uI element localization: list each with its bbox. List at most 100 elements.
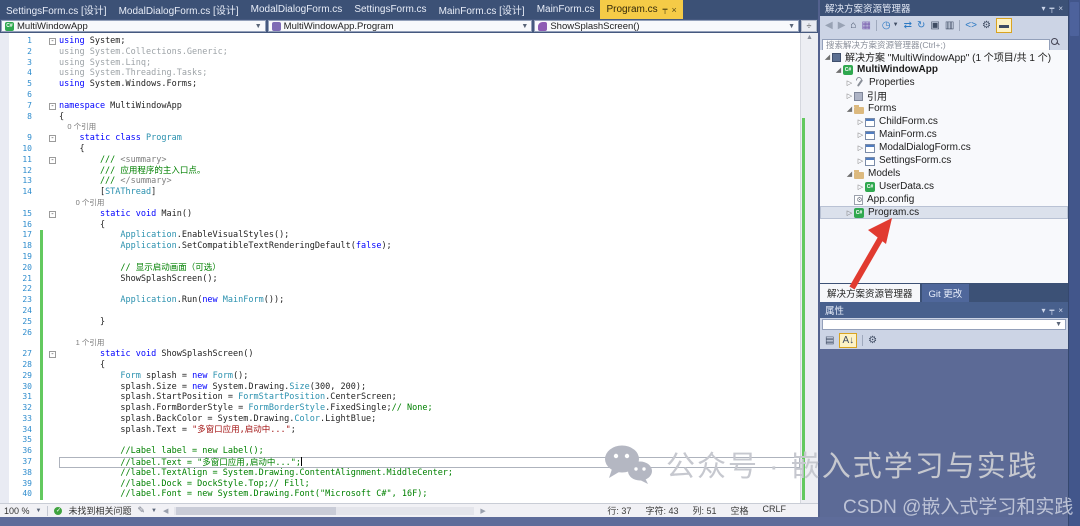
code-line[interactable]: 26	[0, 328, 800, 339]
collapse-icon[interactable]: -	[49, 157, 56, 164]
code-line[interactable]: 22	[0, 284, 800, 295]
code-line[interactable]: 2using System.Collections.Generic;	[0, 47, 800, 58]
tab-MainForm.cs[interactable]: MainForm.cs [设计]	[433, 0, 531, 19]
properties-object-dropdown[interactable]: ▼	[820, 318, 1068, 332]
horizontal-scrollbar[interactable]	[174, 507, 474, 515]
alphabetical-icon[interactable]: A↓	[839, 333, 857, 348]
code-line[interactable]: 19	[0, 252, 800, 263]
tree-item[interactable]: ▷ChildForm.cs	[820, 115, 1068, 128]
code-line[interactable]: 8{	[0, 112, 800, 123]
collapse-icon[interactable]: -	[49, 211, 56, 218]
properties-icon[interactable]: ⚙	[982, 19, 991, 32]
property-pages-icon[interactable]: ⚙	[868, 334, 877, 347]
code-line[interactable]: 27- static void ShowSplashScreen()	[0, 349, 800, 360]
code-line[interactable]: 23 Application.Run(new MainForm());	[0, 295, 800, 306]
panel-tab-git-changes[interactable]: Git 更改	[922, 284, 970, 303]
code-line[interactable]: 38 //label.TextAlign = System.Drawing.Co…	[0, 468, 800, 479]
close-icon[interactable]: ×	[1058, 306, 1063, 315]
expander-open-icon[interactable]: ◢	[845, 170, 854, 178]
code-line[interactable]: 3using System.Linq;	[0, 58, 800, 69]
code-line[interactable]: 33 splash.BackColor = System.Drawing.Col…	[0, 414, 800, 425]
code-line[interactable]: 18 Application.SetCompatibleTextRenderin…	[0, 241, 800, 252]
code-line[interactable]: 21 ShowSplashScreen();	[0, 274, 800, 285]
expander-open-icon[interactable]: ◢	[845, 105, 854, 113]
code-line[interactable]: 28 {	[0, 360, 800, 371]
back-icon[interactable]: ◀	[825, 19, 833, 32]
nest-files-icon[interactable]: ▣	[930, 19, 939, 32]
chevron-down-icon[interactable]: ▼	[36, 508, 42, 514]
code-line[interactable]: 36 //Label label = new Label();	[0, 446, 800, 457]
vertical-scrollbar[interactable]: ▲	[800, 33, 818, 503]
tree-item[interactable]: ▷Properties	[820, 76, 1068, 89]
chevron-down-icon[interactable]: ▼	[893, 22, 899, 28]
collapse-icon[interactable]: -	[49, 351, 56, 358]
close-icon[interactable]: ×	[671, 5, 676, 15]
expander-closed-icon[interactable]: ▷	[856, 183, 865, 191]
expander-closed-icon[interactable]: ▷	[856, 144, 865, 152]
home-icon[interactable]: ⌂	[850, 19, 856, 32]
tree-item[interactable]: ◢解决方案 "MultiWindowApp" (1 个项目/共 1 个)	[820, 50, 1068, 63]
tree-item[interactable]: ◢Forms	[820, 102, 1068, 115]
code-editor[interactable]: 1-using System;2using System.Collections…	[0, 33, 800, 503]
code-line[interactable]: 20 // 显示启动画面（可选）	[0, 263, 800, 274]
tree-item[interactable]: ▷SettingsForm.cs	[820, 154, 1068, 167]
expander-open-icon[interactable]: ◢	[823, 53, 832, 61]
forward-icon[interactable]: ▶	[838, 19, 846, 32]
code-line[interactable]: 9- static class Program	[0, 133, 800, 144]
code-line[interactable]: 16 {	[0, 220, 800, 231]
view-code-icon[interactable]: <>	[965, 19, 977, 32]
code-line[interactable]: 37 //label.Text = "多窗口应用,启动中...";	[0, 457, 800, 468]
show-all-files-icon[interactable]: ▥	[945, 19, 954, 32]
chevron-down-icon[interactable]: ▼	[151, 508, 157, 514]
scrollbar-thumb[interactable]	[176, 507, 336, 515]
code-line[interactable]: 12 /// 应用程序的主入口点。	[0, 166, 800, 177]
expander-closed-icon[interactable]: ▷	[856, 157, 865, 165]
tab-SettingsForm.cs[interactable]: SettingsForm.cs	[348, 0, 432, 19]
sync-selection-icon[interactable]: ⇄	[904, 19, 912, 32]
code-line[interactable]: 13 /// </summary>	[0, 176, 800, 187]
pen-icon[interactable]: ✎	[138, 505, 146, 516]
pin-icon[interactable]: ┯	[1050, 4, 1055, 13]
collapse-icon[interactable]: -	[49, 135, 56, 142]
code-line[interactable]: 25 }	[0, 317, 800, 328]
search-icon[interactable]	[1051, 38, 1058, 45]
pin-icon[interactable]: ┯	[663, 5, 668, 14]
expander-closed-icon[interactable]: ▷	[845, 92, 854, 100]
code-line[interactable]: 15- static void Main()	[0, 209, 800, 220]
code-line[interactable]: 6	[0, 90, 800, 101]
type-dropdown[interactable]: MultiWindowApp.Program ▼	[268, 20, 533, 32]
health-check-icon[interactable]: ✓	[54, 507, 62, 515]
preview-selected-icon[interactable]: ▬	[996, 18, 1012, 33]
panel-tab-solution-explorer[interactable]: 解决方案资源管理器	[820, 284, 920, 303]
collapse-icon[interactable]: -	[49, 38, 56, 45]
categorized-icon[interactable]: ▤	[825, 334, 834, 347]
code-line[interactable]: 32 splash.FormBorderStyle = FormBorderSt…	[0, 403, 800, 414]
code-line[interactable]: 34 splash.Text = "多窗口应用,启动中...";	[0, 425, 800, 436]
collapse-icon[interactable]: -	[49, 103, 56, 110]
code-line[interactable]: 5using System.Windows.Forms;	[0, 79, 800, 90]
code-line[interactable]: 4using System.Threading.Tasks;	[0, 68, 800, 79]
pin-icon[interactable]: ┯	[1050, 306, 1055, 315]
autohide-tab-strip[interactable]	[1068, 0, 1080, 526]
tab-Program.cs[interactable]: Program.cs┯×	[600, 0, 682, 19]
expander-closed-icon[interactable]: ▷	[845, 209, 854, 217]
refresh-icon[interactable]: ↻	[917, 19, 925, 32]
code-line[interactable]: 7-namespace MultiWindowApp	[0, 101, 800, 112]
code-line[interactable]: 24	[0, 306, 800, 317]
expander-open-icon[interactable]: ◢	[834, 66, 843, 74]
expander-closed-icon[interactable]: ▷	[856, 131, 865, 139]
expander-closed-icon[interactable]: ▷	[845, 79, 854, 87]
tree-item[interactable]: ▷引用	[820, 89, 1068, 102]
tab-ModalDialogForm.cs[interactable]: ModalDialogForm.cs [设计]	[113, 0, 245, 19]
zoom-level[interactable]: 100 %	[4, 506, 30, 516]
switch-views-icon[interactable]: ▦	[861, 19, 870, 32]
scroll-up-icon[interactable]: ▲	[801, 33, 818, 43]
code-line[interactable]: 10 {	[0, 144, 800, 155]
code-line[interactable]: 1-using System;	[0, 36, 800, 47]
window-menu-icon[interactable]: ▾	[1041, 4, 1045, 13]
code-line[interactable]: 39 //label.Dock = DockStyle.Top;// Fill;	[0, 479, 800, 490]
code-line[interactable]: 35	[0, 435, 800, 446]
window-menu-icon[interactable]: ▾	[1041, 306, 1045, 315]
tree-item[interactable]: ◢Models	[820, 167, 1068, 180]
tree-item[interactable]: App.config	[820, 193, 1068, 206]
